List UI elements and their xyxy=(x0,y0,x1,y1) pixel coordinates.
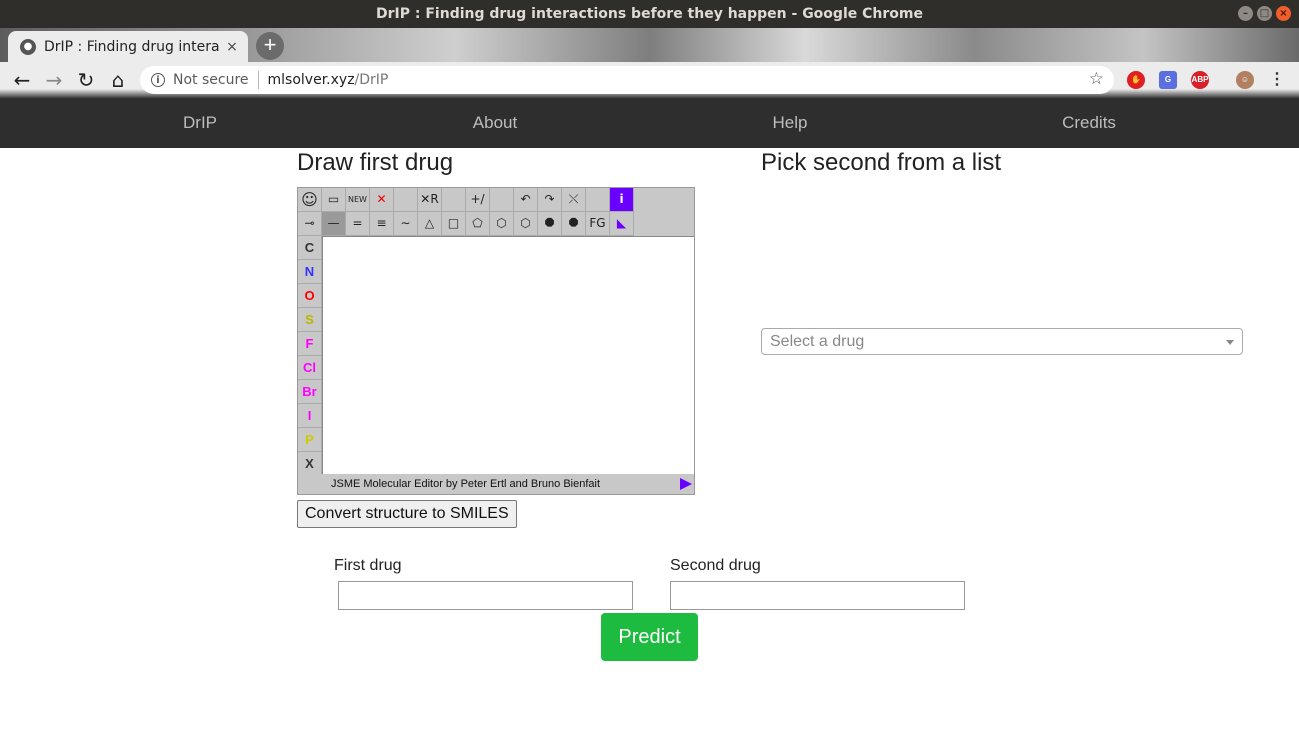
jsme-atom-button[interactable]: P xyxy=(298,428,322,452)
browser-toolbar: ← → ↻ ⌂ i Not secure mlsolver.xyz/DrIP ☆… xyxy=(0,62,1299,98)
jsme-tool-button[interactable]: NEW xyxy=(346,188,370,212)
maximize-icon[interactable]: □ xyxy=(1257,6,1272,21)
jsme-tool-button[interactable]: ↷ xyxy=(538,188,562,212)
jsme-atom-button[interactable]: S xyxy=(298,308,322,332)
info-icon[interactable]: i xyxy=(151,73,165,87)
browser-tab[interactable]: ● DrIP : Finding drug intera × xyxy=(8,31,248,62)
jsme-tool-button[interactable]: +/− xyxy=(466,188,490,212)
jsme-tool-button[interactable] xyxy=(586,188,610,212)
jsme-toolbar-row-1: ☺▭NEW✕ ✕R +/− ↶↷⤬ i xyxy=(298,188,634,212)
jsme-atom-button[interactable]: X xyxy=(298,452,322,476)
close-window-icon[interactable]: × xyxy=(1276,6,1291,21)
forward-icon[interactable]: → xyxy=(42,68,66,92)
jsme-bond-button[interactable]: ⯃ xyxy=(538,212,562,236)
jsme-tool-button[interactable]: ↶ xyxy=(514,188,538,212)
second-drug-label: Second drug xyxy=(670,557,761,574)
site-nav: DrIP About Help Credits xyxy=(0,98,1299,148)
jsme-footer: JSME Molecular Editor by Peter Ertl and … xyxy=(298,474,694,494)
nav-credits[interactable]: Credits xyxy=(1062,98,1116,148)
window-title: DrIP : Finding drug interactions before … xyxy=(376,6,923,22)
jsme-tool-button[interactable]: ✕ xyxy=(370,188,394,212)
play-arrow-icon[interactable] xyxy=(680,478,692,490)
first-drug-label: First drug xyxy=(334,557,402,574)
jsme-bond-button[interactable]: □ xyxy=(442,212,466,236)
jsme-atom-button[interactable]: Br xyxy=(298,380,322,404)
select-placeholder: Select a drug xyxy=(770,333,865,350)
back-icon[interactable]: ← xyxy=(10,68,34,92)
jsme-atom-button[interactable]: N xyxy=(298,260,322,284)
convert-smiles-button[interactable]: Convert structure to SMILES xyxy=(297,500,517,528)
jsme-bond-button[interactable]: △ xyxy=(418,212,442,236)
window-titlebar: DrIP : Finding drug interactions before … xyxy=(0,0,1299,28)
draw-drug-heading: Draw first drug xyxy=(297,149,454,176)
jsme-tool-button[interactable] xyxy=(490,188,514,212)
globe-icon: ● xyxy=(20,38,36,55)
jsme-toolbar-row-2: ⊸ — = ≡ ∼ △ □ ⬠ ⬡ ⬡ ⯃ ⯃ FG ◣ xyxy=(298,212,634,236)
reload-icon[interactable]: ↻ xyxy=(74,68,98,92)
drug-select[interactable]: Select a drug xyxy=(761,328,1243,355)
jsme-bond-button[interactable]: — xyxy=(322,212,346,236)
adblock-icon[interactable]: ABP xyxy=(1191,71,1209,89)
jsme-bond-button[interactable]: ⯃ xyxy=(562,212,586,236)
jsme-credit: JSME Molecular Editor by Peter Ertl and … xyxy=(331,478,601,490)
first-drug-input[interactable] xyxy=(338,581,633,610)
nav-help[interactable]: Help xyxy=(773,98,808,148)
jsme-bond-button[interactable]: = xyxy=(346,212,370,236)
jsme-tool-button[interactable]: ▭ xyxy=(322,188,346,212)
url-path[interactable]: /DrIP xyxy=(355,72,389,88)
profile-avatar[interactable]: ☺ xyxy=(1236,71,1254,89)
jsme-bond-button[interactable]: ∼ xyxy=(394,212,418,236)
home-icon[interactable]: ⌂ xyxy=(106,68,130,92)
new-tab-button[interactable]: + xyxy=(256,32,284,60)
tab-strip: ● DrIP : Finding drug intera × + xyxy=(0,28,1299,62)
jsme-bond-button[interactable]: ◣ xyxy=(610,212,634,236)
url-host[interactable]: mlsolver.xyz xyxy=(268,72,355,88)
jsme-bond-button[interactable]: FG xyxy=(586,212,610,236)
jsme-bond-button[interactable]: ⊸ xyxy=(298,212,322,236)
divider xyxy=(257,71,259,89)
stop-icon[interactable]: ✋ xyxy=(1127,71,1145,89)
nav-drip[interactable]: DrIP xyxy=(183,98,217,148)
jsme-tool-button[interactable] xyxy=(442,188,466,212)
jsme-bond-button[interactable]: ⬡ xyxy=(514,212,538,236)
jsme-editor[interactable]: ☺▭NEW✕✕R+/−↶↷⤬i ⊸—=≡∼△□⬠⬡⬡⯃⯃FG◣ CNOSFClB… xyxy=(297,187,695,495)
jsme-bond-button[interactable]: ≡ xyxy=(370,212,394,236)
jsme-atom-button[interactable]: I xyxy=(298,404,322,428)
predict-button[interactable]: Predict xyxy=(601,613,698,661)
jsme-tool-button[interactable]: ⤬ xyxy=(562,188,586,212)
jsme-tool-button[interactable]: ☺ xyxy=(298,188,322,212)
jsme-atom-column: C N O S F Cl Br I P X xyxy=(298,236,322,476)
jsme-tool-button[interactable]: i xyxy=(610,188,634,212)
minimize-icon[interactable]: – xyxy=(1238,6,1253,21)
jsme-canvas[interactable] xyxy=(322,236,694,474)
nav-about[interactable]: About xyxy=(473,98,517,148)
pick-drug-heading: Pick second from a list xyxy=(761,149,1002,176)
jsme-atom-button[interactable]: O xyxy=(298,284,322,308)
bookmark-star-icon[interactable]: ☆ xyxy=(1089,69,1104,89)
tab-title: DrIP : Finding drug intera xyxy=(44,38,220,55)
jsme-atom-button[interactable]: Cl xyxy=(298,356,322,380)
translate-icon[interactable]: G xyxy=(1159,71,1177,89)
jsme-atom-button[interactable]: C xyxy=(298,236,322,260)
security-label[interactable]: Not secure xyxy=(173,72,249,88)
jsme-bond-button[interactable]: ⬠ xyxy=(466,212,490,236)
tab-close-icon[interactable]: × xyxy=(222,39,242,55)
jsme-tool-button[interactable] xyxy=(394,188,418,212)
window-controls: – □ × xyxy=(1238,6,1291,21)
menu-icon[interactable]: ⋮ xyxy=(1268,71,1286,89)
chevron-down-icon xyxy=(1226,340,1234,345)
second-drug-input[interactable] xyxy=(670,581,965,610)
jsme-bond-button[interactable]: ⬡ xyxy=(490,212,514,236)
jsme-tool-button[interactable]: ✕R xyxy=(418,188,442,212)
address-bar[interactable]: i Not secure mlsolver.xyz/DrIP ☆ xyxy=(140,66,1114,94)
jsme-atom-button[interactable]: F xyxy=(298,332,322,356)
